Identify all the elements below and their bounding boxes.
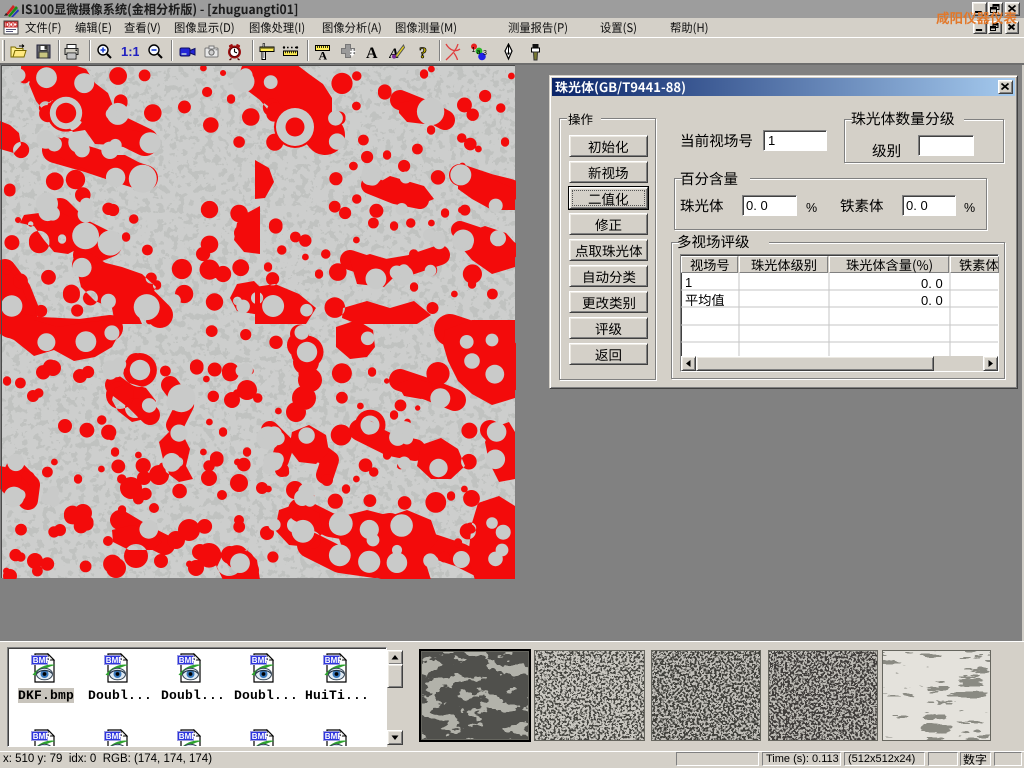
svg-text:BMP: BMP [325,732,343,741]
svg-text:3: 3 [483,50,487,57]
svg-text:a: a [477,49,481,56]
svg-text:BMP: BMP [179,656,197,665]
svg-text:BMP: BMP [179,732,197,741]
svg-text:1:1: 1:1 [121,44,139,59]
svg-text:BMP: BMP [33,732,51,741]
svg-text:BMP: BMP [252,656,270,665]
svg-text:1: 1 [472,47,476,54]
svg-text:BMP: BMP [106,656,124,665]
svg-text:DOC: DOC [6,23,18,29]
svg-text:BMP: BMP [33,656,51,665]
svg-text:BMP: BMP [325,656,343,665]
svg-text:A: A [319,49,328,62]
svg-text:BMP: BMP [252,732,270,741]
svg-text:A: A [366,45,378,61]
svg-text:BMP: BMP [106,732,124,741]
svg-text:?: ? [419,45,427,61]
